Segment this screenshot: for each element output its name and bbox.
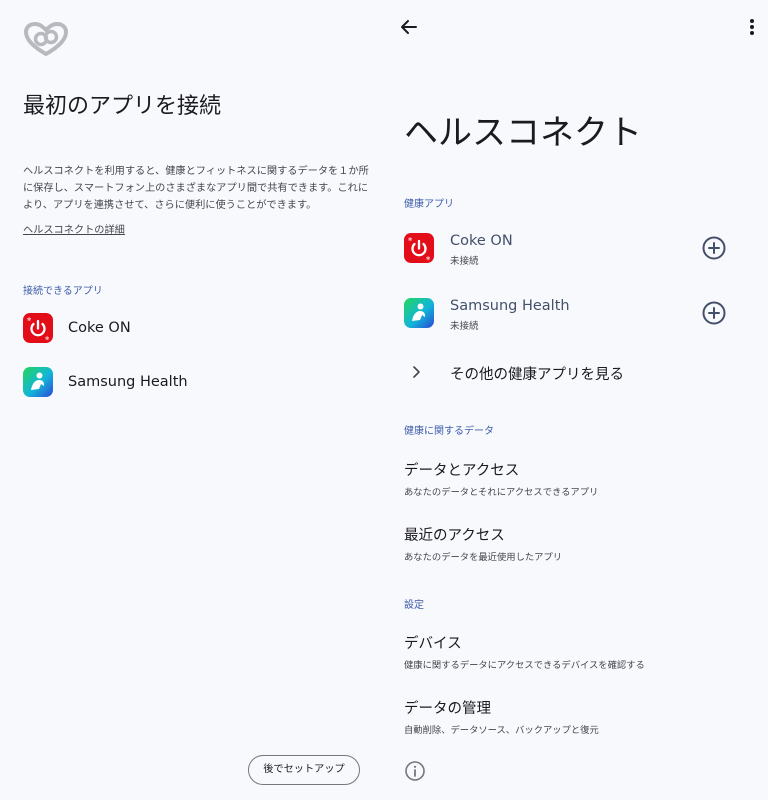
health-apps-label: 健康アプリ [404, 199, 454, 210]
health-data-label: 健康に関するデータ [404, 426, 494, 437]
screen: 最初のアプリを接続 ヘルスコネクトを利用すると、健康とフィットネスに関するデータ… [0, 0, 768, 800]
onboarding-description: ヘルスコネクトを利用すると、健康とフィットネスに関するデータを１か所に保存し、ス… [23, 166, 369, 211]
app-name: Samsung Health [68, 374, 188, 390]
item-subtitle: あなたのデータとそれにアクセスできるアプリ [404, 487, 599, 498]
samsung-health-icon [404, 298, 434, 328]
devices-item[interactable]: デバイス 健康に関するデータにアクセスできるデバイスを確認する [404, 632, 744, 672]
chevron-right-icon [413, 366, 420, 378]
item-subtitle: 健康に関するデータにアクセスできるデバイスを確認する [404, 660, 645, 671]
item-title: データの管理 [404, 701, 491, 717]
app-name: Samsung Health [450, 298, 570, 314]
svg-text:✻: ✻ [45, 336, 49, 342]
onboarding-pane: 最初のアプリを接続 ヘルスコネクトを利用すると、健康とフィットネスに関するデータ… [0, 0, 384, 800]
health-connect-pane: ヘルスコネクト 健康アプリ ✻ ✻ Coke ON 未接続 Samsung He… [384, 0, 768, 800]
item-title: デバイス [404, 636, 462, 652]
health-connect-details-link[interactable]: ヘルスコネクトの詳細 [23, 221, 125, 236]
svg-text:✻: ✻ [27, 317, 31, 323]
add-circle-icon[interactable] [701, 235, 727, 261]
settings-label: 設定 [404, 600, 424, 611]
app-row-coke-on[interactable]: ✻ ✻ Coke ON 未接続 [404, 228, 754, 272]
item-subtitle: あなたのデータを最近使用したアプリ [404, 552, 563, 563]
item-title: 最近のアクセス [404, 528, 505, 544]
app-row-samsung-health[interactable]: Samsung Health 未接続 [404, 293, 754, 337]
app-connection-status: 未接続 [450, 321, 479, 332]
onboarding-title: 最初のアプリを接続 [23, 94, 222, 119]
more-vert-icon[interactable] [742, 14, 762, 40]
app-name: Coke ON [68, 320, 131, 336]
coke-on-icon: ✻ ✻ [404, 233, 434, 263]
manage-data-item[interactable]: データの管理 自動削除、データソース、バックアップと復元 [404, 697, 744, 737]
coke-on-icon: ✻ ✻ [23, 313, 53, 343]
item-subtitle: 自動削除、データソース、バックアップと復元 [404, 725, 599, 736]
setup-later-button[interactable]: 後でセットアップ [248, 755, 360, 785]
see-more-health-apps-label: その他の健康アプリを見る [450, 367, 624, 383]
info-icon [405, 761, 425, 781]
app-connection-status: 未接続 [450, 256, 479, 267]
svg-text:✻: ✻ [408, 237, 412, 243]
health-connect-logo-icon [24, 22, 68, 56]
page-title: ヘルスコネクト [404, 113, 642, 153]
arrow-back-icon[interactable] [396, 14, 422, 40]
data-and-access-item[interactable]: データとアクセス あなたのデータとそれにアクセスできるアプリ [404, 459, 744, 499]
connectable-apps-label: 接続できるアプリ [23, 286, 103, 297]
svg-text:✻: ✻ [426, 256, 430, 262]
see-more-health-apps[interactable]: その他の健康アプリを見る [404, 358, 744, 388]
samsung-health-icon [23, 367, 53, 397]
add-circle-icon[interactable] [701, 300, 727, 326]
recent-access-item[interactable]: 最近のアクセス あなたのデータを最近使用したアプリ [404, 524, 744, 564]
connectable-app-samsung-health[interactable]: Samsung Health [23, 367, 188, 397]
app-name: Coke ON [450, 233, 513, 249]
connectable-app-coke-on[interactable]: ✻ ✻ Coke ON [23, 313, 131, 343]
item-title: データとアクセス [404, 463, 520, 479]
